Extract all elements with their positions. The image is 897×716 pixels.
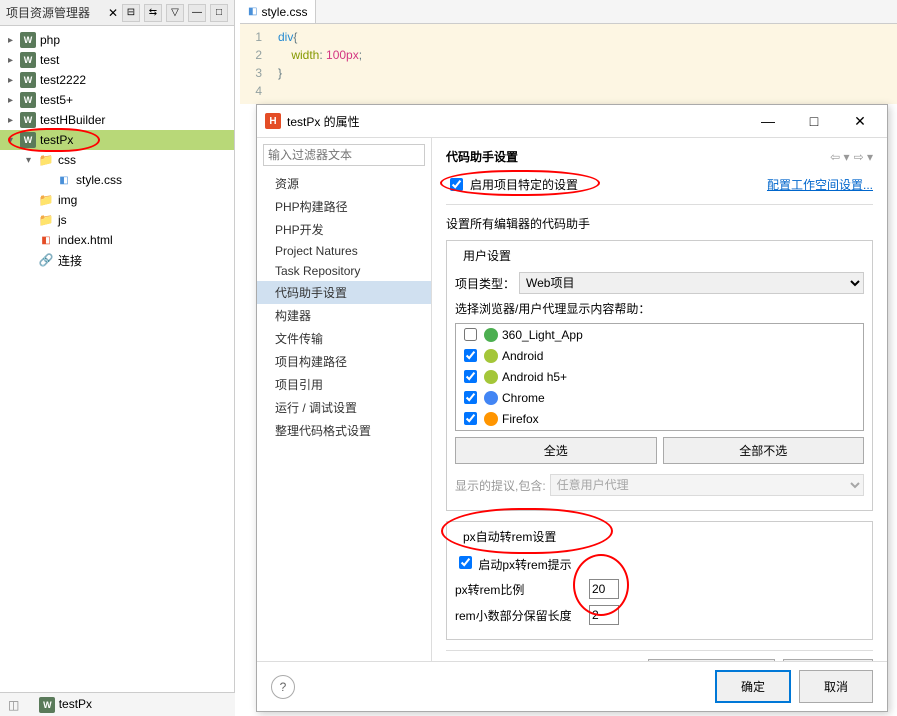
sidebar-item-filetransfer[interactable]: 文件传输 <box>257 327 431 350</box>
status-item: W testPx <box>39 697 92 713</box>
tree-item-testhbuilder[interactable]: ▸WtestHBuilder <box>0 110 234 130</box>
sidebar-item-phpbuild[interactable]: PHP构建路径 <box>257 195 431 218</box>
status-square-icon[interactable]: ◫ <box>8 698 19 712</box>
editor-tab-stylecss[interactable]: ◧ style.css <box>240 0 316 23</box>
help-icon[interactable]: ? <box>271 675 295 699</box>
editor-tabs: ◧ style.css <box>240 0 897 24</box>
dialog-main: 代码助手设置 ⇦ ▾ ⇨ ▾ 启用项目特定的设置 配置工作空间设置... 设置所… <box>432 138 887 661</box>
minimize-icon[interactable]: — <box>188 4 206 22</box>
view-menu-icon[interactable]: ▽ <box>166 4 184 22</box>
select-none-button[interactable]: 全部不选 <box>663 437 865 464</box>
project-tree: ▸Wphp ▸Wtest ▸Wtest2222 ▸Wtest5+ ▸WtestH… <box>0 26 234 274</box>
dialog-footer: ? 确定 取消 <box>257 661 887 711</box>
maximize-button[interactable]: □ <box>791 106 837 136</box>
nav-forward-icon[interactable]: ⇨ ▾ <box>854 150 873 164</box>
cancel-button[interactable]: 取消 <box>799 670 873 703</box>
browser-item[interactable]: 360_Light_App <box>456 324 863 345</box>
main-title: 代码助手设置 <box>446 148 830 165</box>
browser-item[interactable]: Firefox <box>456 408 863 429</box>
sidebar-item-codeassist[interactable]: 代码助手设置 <box>257 281 431 304</box>
set-all-editors-label: 设置所有编辑器的代码助手 <box>446 215 873 232</box>
explorer-header: 项目资源管理器 ✕ ⊟ ⇆ ▽ — □ <box>0 0 234 26</box>
dialog-title: testPx 的属性 <box>287 113 745 130</box>
editor-area: ◧ style.css 1div{ 2 width: 100px; 3} 4 <box>240 0 897 104</box>
ok-button[interactable]: 确定 <box>715 670 791 703</box>
select-all-button[interactable]: 全选 <box>455 437 657 464</box>
dialog-sidebar: 资源 PHP构建路径 PHP开发 Project Natures Task Re… <box>257 138 432 661</box>
rem-decimal-input[interactable] <box>589 605 619 625</box>
tree-item-link[interactable]: 🔗连接 <box>0 250 234 270</box>
tree-item-test2222[interactable]: ▸Wtest2222 <box>0 70 234 90</box>
nav-arrows: ⇦ ▾ ⇨ ▾ <box>830 150 873 164</box>
tree-item-testpx[interactable]: ▾WtestPx <box>0 130 234 150</box>
browser-item[interactable]: Chrome <box>456 387 863 408</box>
sidebar-item-taskrepo[interactable]: Task Repository <box>257 261 431 281</box>
project-type-select[interactable]: Web项目 <box>519 272 864 294</box>
close-button[interactable]: ✕ <box>837 106 883 136</box>
app-icon: H <box>265 113 281 129</box>
sidebar-item-rundebug[interactable]: 运行 / 调试设置 <box>257 396 431 419</box>
properties-dialog: H testPx 的属性 — □ ✕ 资源 PHP构建路径 PHP开发 Proj… <box>256 104 888 712</box>
rem-decimal-label: rem小数部分保留长度 <box>455 607 585 624</box>
tree-item-js[interactable]: 📁js <box>0 210 234 230</box>
browser-item[interactable]: Internet Explorer <box>456 429 863 431</box>
dialog-titlebar[interactable]: H testPx 的属性 — □ ✕ <box>257 105 887 137</box>
sidebar-item-phpdev[interactable]: PHP开发 <box>257 218 431 241</box>
code-editor[interactable]: 1div{ 2 width: 100px; 3} 4 <box>240 24 897 104</box>
tree-item-php[interactable]: ▸Wphp <box>0 30 234 50</box>
suggestions-select: 任意用户代理 <box>550 474 864 496</box>
user-settings-group: 用户设置 项目类型： Web项目 选择浏览器/用户代理显示内容帮助： 360_L… <box>446 240 873 511</box>
rem-section-title: px自动转rem设置 <box>459 528 560 545</box>
browser-list[interactable]: 360_Light_App Android Android h5+ Chrome… <box>455 323 864 431</box>
suggestions-label: 显示的提议,包含: <box>455 477 546 494</box>
project-type-label: 项目类型： <box>455 275 515 292</box>
explorer-title: 项目资源管理器 <box>6 4 104 21</box>
sidebar-item-builder[interactable]: 构建器 <box>257 304 431 327</box>
maximize-icon[interactable]: □ <box>210 4 228 22</box>
rem-settings-group: px自动转rem设置 启动px转rem提示 px转rem比例 rem小数部分保留… <box>446 521 873 640</box>
nav-back-icon[interactable]: ⇦ ▾ <box>830 150 849 164</box>
enable-project-checkbox[interactable]: 启用项目特定的设置 <box>446 175 767 194</box>
rem-ratio-input[interactable] <box>589 579 619 599</box>
user-settings-title: 用户设置 <box>459 247 515 264</box>
tab-close-icon[interactable]: ✕ <box>104 6 122 20</box>
tree-item-css[interactable]: ▾📁css <box>0 150 234 170</box>
tree-item-test[interactable]: ▸Wtest <box>0 50 234 70</box>
sidebar-item-projbuild[interactable]: 项目构建路径 <box>257 350 431 373</box>
explorer-toolbar: ⊟ ⇆ ▽ — □ <box>122 4 228 22</box>
collapse-all-icon[interactable]: ⊟ <box>122 4 140 22</box>
config-workspace-link[interactable]: 配置工作空间设置... <box>767 176 873 193</box>
browser-help-label: 选择浏览器/用户代理显示内容帮助： <box>455 300 650 317</box>
sidebar-item-resource[interactable]: 资源 <box>257 172 431 195</box>
project-explorer: 项目资源管理器 ✕ ⊟ ⇆ ▽ — □ ▸Wphp ▸Wtest ▸Wtest2… <box>0 0 235 716</box>
browser-item[interactable]: Android h5+ <box>456 366 863 387</box>
browser-item[interactable]: Android <box>456 345 863 366</box>
link-editor-icon[interactable]: ⇆ <box>144 4 162 22</box>
filter-input[interactable] <box>263 144 425 166</box>
sidebar-list: 资源 PHP构建路径 PHP开发 Project Natures Task Re… <box>257 172 431 661</box>
sidebar-item-natures[interactable]: Project Natures <box>257 241 431 261</box>
status-bar: ◫ W testPx <box>0 692 235 716</box>
tree-item-indexhtml[interactable]: ◧index.html <box>0 230 234 250</box>
css-file-icon: ◧ <box>248 6 257 17</box>
tree-item-img[interactable]: 📁img <box>0 190 234 210</box>
tree-item-test5[interactable]: ▸Wtest5+ <box>0 90 234 110</box>
sidebar-item-projref[interactable]: 项目引用 <box>257 373 431 396</box>
rem-ratio-label: px转rem比例 <box>455 581 585 598</box>
sidebar-item-codeformat[interactable]: 整理代码格式设置 <box>257 419 431 442</box>
enable-rem-checkbox[interactable]: 启动px转rem提示 <box>455 553 572 573</box>
tree-item-stylecss[interactable]: ◧style.css <box>0 170 234 190</box>
minimize-button[interactable]: — <box>745 106 791 136</box>
